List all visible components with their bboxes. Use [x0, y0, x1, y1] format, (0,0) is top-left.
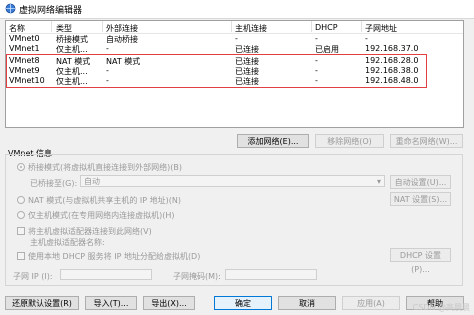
- export-button[interactable]: 导出(X)...: [143, 296, 195, 310]
- subnet-ip-input[interactable]: [60, 269, 152, 280]
- add-network-button[interactable]: 添加网络(E)...: [237, 134, 309, 148]
- column-header-subnet[interactable]: 子网地址: [365, 23, 397, 34]
- auto-settings-button[interactable]: 自动设置(U)...: [390, 175, 451, 189]
- watermark-text: CSDN @高晨晨: [412, 303, 470, 312]
- subnet-ip-label: 子网 IP (I):: [13, 272, 53, 281]
- subnet-mask-label: 子网掩码(M):: [173, 272, 221, 281]
- hostonly-radio[interactable]: [17, 211, 25, 219]
- table-row[interactable]: VMnet0 桥接模式 自动桥接 - - -: [6, 34, 463, 44]
- dhcp-label: 使用本地 DHCP 服务将 IP 地址分配给虚拟机(D): [28, 252, 201, 261]
- bridged-to-value: 自动: [84, 177, 100, 186]
- column-header-type[interactable]: 类型: [56, 23, 72, 34]
- hostonly-label: 仅主机模式(在专用网络内连接虚拟机)(H): [28, 211, 175, 220]
- cell-host: -: [235, 34, 238, 43]
- dhcp-checkbox[interactable]: [17, 252, 25, 260]
- cell-subnet: -: [365, 34, 368, 43]
- network-globe-icon: [5, 3, 16, 14]
- nat-label: NAT 模式(与虚拟机共享主机的 IP 地址)(N): [28, 196, 182, 205]
- column-header-host[interactable]: 主机连接: [235, 23, 267, 34]
- title-bar: 虚拟网络编辑器: [0, 0, 474, 19]
- rename-network-button[interactable]: 重命名网络(W)...: [390, 134, 463, 148]
- nat-radio[interactable]: [17, 196, 25, 204]
- import-button[interactable]: 导入(T)...: [85, 296, 137, 310]
- highlight-annotation: [6, 54, 427, 88]
- dhcp-settings-button[interactable]: DHCP 设置(P)...: [390, 248, 451, 274]
- column-header-external[interactable]: 外部连接: [106, 23, 138, 34]
- apply-button[interactable]: 应用(A): [342, 296, 400, 310]
- cell-name: VMnet0: [9, 34, 40, 43]
- cell-name: VMnet1: [9, 44, 40, 53]
- chevron-down-icon: ▾: [376, 177, 381, 186]
- restore-defaults-button[interactable]: 还原默认设置(R): [5, 296, 79, 310]
- cell-external: -: [106, 44, 109, 53]
- window-title: 虚拟网络编辑器: [19, 6, 83, 16]
- connect-adapter-checkbox[interactable]: [17, 227, 25, 235]
- bridged-radio[interactable]: [17, 163, 25, 171]
- column-header-dhcp[interactable]: DHCP: [315, 23, 338, 32]
- bridged-to-label: 已桥接至(G):: [30, 179, 78, 188]
- subnet-mask-input[interactable]: [225, 269, 317, 280]
- bridged-to-select[interactable]: 自动 ▾: [80, 175, 385, 187]
- connect-adapter-label: 将主机虚拟适配器连接到此网络(V): [28, 227, 152, 236]
- remove-network-button[interactable]: 移除网络(O): [315, 134, 384, 148]
- cell-dhcp: -: [315, 34, 318, 43]
- cancel-button[interactable]: 取消: [278, 296, 336, 310]
- adapter-name-label: 主机虚拟适配器名称:: [30, 238, 105, 247]
- table-row[interactable]: VMnet1 仅主机... - 已连接 已启用 192.168.37.0: [6, 44, 463, 54]
- cell-subnet: 192.168.37.0: [365, 44, 419, 53]
- table-header: 名称 类型 外部连接 主机连接 DHCP 子网地址: [6, 21, 463, 34]
- bridged-label: 桥接模式(将虚拟机直接连接到外部网络)(B): [28, 163, 182, 172]
- column-header-name[interactable]: 名称: [9, 23, 25, 34]
- nat-settings-button[interactable]: NAT 设置(S)...: [390, 192, 451, 206]
- ok-button[interactable]: 确定: [214, 296, 272, 310]
